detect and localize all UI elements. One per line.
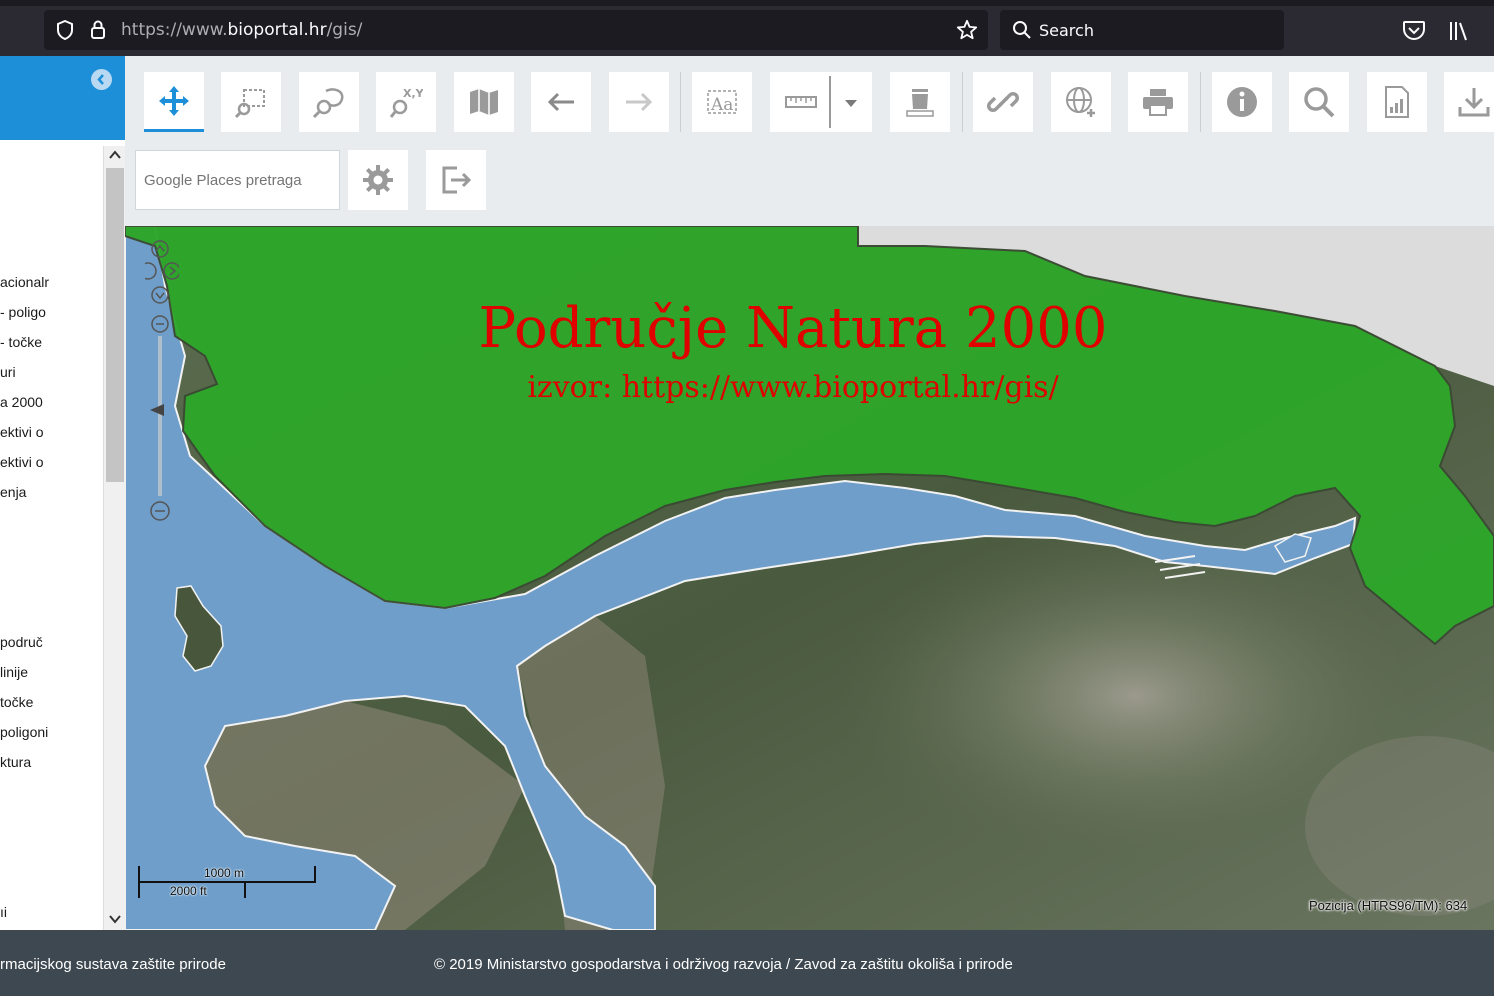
info-icon [1227, 87, 1257, 117]
layer-item[interactable]: ıi [0, 904, 7, 920]
scale-label-imperial: 2000 ft [170, 884, 207, 898]
zoom-slider-track[interactable] [158, 336, 162, 496]
layer-list-scrollbar[interactable] [103, 146, 125, 932]
pan-up-icon[interactable] [151, 240, 169, 258]
scale-bar: 1000 m 2000 ft [138, 866, 318, 900]
measure-tool-button[interactable] [770, 72, 872, 132]
svg-text:Aa: Aa [710, 95, 733, 115]
address-bar[interactable]: https://www.bioportal.hr/gis/ [44, 10, 988, 50]
map-view[interactable]: Područje Natura 2000 izvor: https://www.… [125, 226, 1494, 930]
scale-label-metric: 1000 m [204, 866, 245, 880]
zoom-pan-control[interactable] [145, 240, 179, 530]
layer-item[interactable]: - točke [0, 334, 42, 350]
bookmark-star-icon[interactable] [956, 19, 978, 41]
layer-item[interactable]: - poligo [0, 304, 46, 320]
footer-system-name: rmacijskog sustava zaštite prirode [0, 956, 226, 973]
zoom-xy-tool-button[interactable]: X,Y [376, 72, 436, 132]
library-icon[interactable] [1448, 20, 1470, 42]
ruler-icon [785, 96, 817, 108]
arrow-right-icon [626, 92, 653, 112]
layer-list: acionalr - poligo - točke uri a 2000 ekt… [0, 146, 103, 930]
chevron-down-icon[interactable] [108, 912, 122, 926]
layer-item[interactable]: acionalr [0, 274, 49, 290]
clear-tool-button[interactable] [890, 72, 950, 132]
gear-icon [363, 165, 393, 195]
position-readout: Pozicija (HTRS96/TM): 634 [1309, 898, 1468, 913]
add-wms-tool-button[interactable] [1051, 72, 1111, 132]
next-extent-tool-button[interactable] [609, 72, 669, 132]
download-tool-button[interactable] [1444, 72, 1494, 132]
arrow-left-icon [547, 92, 574, 112]
chevron-left-icon [97, 74, 104, 85]
zoom-rectangle-icon [234, 89, 265, 119]
scrollbar-thumb[interactable] [106, 168, 124, 482]
layer-item[interactable]: enja [0, 484, 26, 500]
collapse-panel-button[interactable] [91, 69, 112, 90]
move-icon [159, 85, 189, 116]
trash-icon [906, 89, 934, 117]
layer-item[interactable]: a 2000 [0, 394, 43, 410]
layer-item[interactable]: linije [0, 664, 28, 680]
layer-item[interactable]: ektivi o [0, 454, 44, 470]
layer-item[interactable]: točke [0, 694, 33, 710]
download-icon [1458, 88, 1490, 117]
url-text[interactable]: https://www.bioportal.hr/gis/ [121, 20, 362, 40]
layer-item[interactable]: uri [0, 364, 16, 380]
toolbar-divider [962, 72, 963, 132]
report-tool-button[interactable] [1367, 72, 1427, 132]
zoom-area-tool-button[interactable] [299, 72, 359, 132]
link-tool-button[interactable] [973, 72, 1033, 132]
shield-icon[interactable] [56, 20, 74, 40]
zoom-box-tool-button[interactable] [221, 72, 281, 132]
pan-left-icon[interactable] [145, 262, 157, 280]
pan-right-icon[interactable] [163, 262, 179, 280]
full-extent-tool-button[interactable] [454, 72, 514, 132]
search-tool-button[interactable] [1289, 72, 1349, 132]
map-title: Područje Natura 2000 [478, 296, 1108, 361]
layer-item[interactable]: ktura [0, 754, 31, 770]
layer-item[interactable]: područ [0, 634, 43, 650]
split-divider [829, 76, 831, 128]
map-icon [470, 89, 498, 115]
caret-down-icon[interactable] [842, 94, 860, 112]
map-toolbar: X,Y Aa [125, 56, 1494, 226]
globe-plus-icon [1066, 87, 1095, 117]
zoom-lasso-icon [312, 88, 344, 119]
pocket-icon[interactable] [1402, 20, 1426, 42]
search-icon [1013, 21, 1031, 39]
layer-item[interactable]: ektivi o [0, 424, 44, 440]
search-label: Search [1039, 21, 1094, 40]
text-label-icon: Aa [707, 90, 737, 115]
search-icon [1304, 87, 1335, 118]
layers-panel-header [0, 56, 125, 140]
footer-copyright: © 2019 Ministarstvo gospodarstva i održi… [434, 956, 1013, 973]
printer-icon [1143, 89, 1173, 116]
map-subtitle: izvor: https://www.bioportal.hr/gis/ [527, 370, 1059, 405]
toolbar-divider [1200, 72, 1201, 132]
pan-tool-button[interactable] [144, 72, 204, 132]
pan-down-icon[interactable] [151, 286, 169, 304]
toolbar-divider [680, 72, 681, 132]
link-icon [987, 92, 1019, 112]
chevron-up-icon[interactable] [108, 148, 122, 162]
previous-extent-tool-button[interactable] [531, 72, 591, 132]
svg-text:X,Y: X,Y [403, 87, 423, 100]
settings-button[interactable] [348, 150, 408, 210]
print-tool-button[interactable] [1128, 72, 1188, 132]
xy-zoom-icon: X,Y [389, 87, 423, 118]
zoom-slider-handle[interactable] [150, 404, 164, 416]
label-tool-button[interactable]: Aa [692, 72, 752, 132]
logout-button[interactable] [426, 150, 486, 210]
lock-icon[interactable] [90, 20, 106, 40]
browser-search-box[interactable]: Search [1000, 10, 1284, 50]
browser-toolbar: https://www.bioportal.hr/gis/ Search [0, 0, 1494, 56]
info-tool-button[interactable] [1212, 72, 1272, 132]
report-chart-icon [1385, 86, 1409, 118]
exit-icon [442, 166, 472, 194]
page-footer: rmacijskog sustava zaštite prirode © 201… [0, 930, 1494, 996]
layers-panel: acionalr - poligo - točke uri a 2000 ekt… [0, 56, 125, 932]
layer-item[interactable]: poligoni [0, 724, 48, 740]
google-places-search-input[interactable] [135, 150, 340, 210]
